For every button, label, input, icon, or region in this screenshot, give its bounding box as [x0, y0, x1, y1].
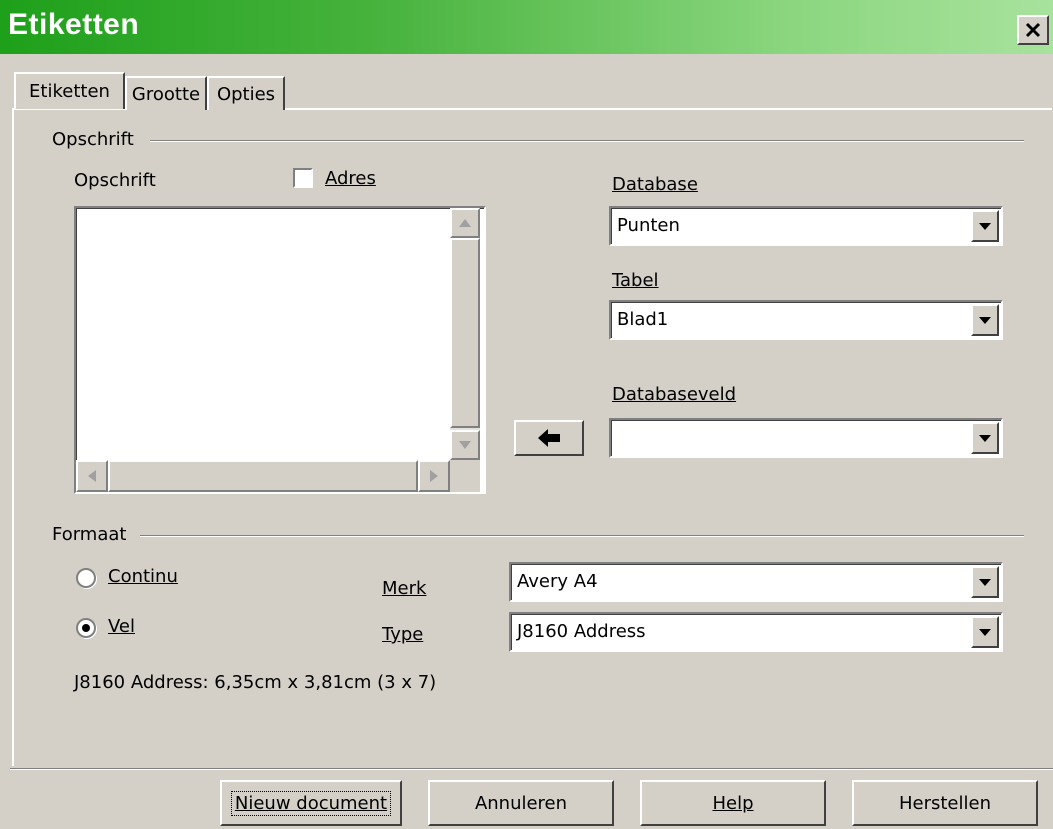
tab-opties[interactable]: Opties: [207, 76, 285, 110]
database-field-label: Databaseveld: [612, 384, 737, 405]
brand-select-value: Avery A4: [517, 571, 598, 592]
close-button[interactable]: [1017, 15, 1049, 45]
arrow-left-icon: [538, 429, 560, 447]
brand-dropdown-button[interactable]: [971, 566, 999, 598]
scroll-up-icon: [459, 219, 471, 227]
tab-grootte[interactable]: Grootte: [125, 76, 207, 110]
database-field-dropdown-button[interactable]: [971, 422, 999, 454]
opschrift-textarea[interactable]: [74, 206, 486, 494]
help-label: Help: [712, 792, 754, 814]
database-field-select[interactable]: [609, 418, 1003, 458]
cancel-button[interactable]: Annuleren: [428, 780, 614, 826]
scroll-left-button[interactable]: [76, 460, 108, 492]
type-label: Type: [382, 624, 424, 645]
table-select-value: Blad1: [617, 309, 669, 330]
cancel-label: Annuleren: [474, 792, 568, 814]
database-select[interactable]: Punten: [609, 206, 1003, 246]
new-document-button[interactable]: Nieuw document: [220, 780, 402, 826]
radio-vel-label: Vel: [108, 616, 135, 637]
tab-etiketten[interactable]: Etiketten: [14, 72, 125, 109]
scroll-down-icon: [459, 441, 471, 449]
scroll-up-button[interactable]: [450, 208, 480, 238]
chevron-down-icon: [979, 578, 991, 586]
format-info-text: J8160 Address: 6,35cm x 3,81cm (3 x 7): [74, 672, 437, 693]
vertical-scroll-thumb[interactable]: [450, 238, 480, 428]
radio-vel[interactable]: [76, 618, 96, 638]
chevron-down-icon: [979, 222, 991, 230]
database-dropdown-button[interactable]: [971, 210, 999, 242]
scroll-right-icon: [430, 470, 438, 482]
scroll-down-button[interactable]: [450, 430, 480, 460]
opschrift-group-title: Opschrift: [52, 129, 140, 150]
database-label: Database: [612, 174, 698, 195]
window-title: Etiketten: [8, 8, 140, 41]
table-select[interactable]: Blad1: [609, 300, 1003, 340]
table-label: Tabel: [612, 270, 659, 291]
chevron-down-icon: [979, 434, 991, 442]
radio-continu[interactable]: [76, 568, 96, 588]
type-select-value: J8160 Address: [517, 621, 646, 642]
address-checkbox[interactable]: [293, 168, 313, 188]
horizontal-scroll-thumb[interactable]: [108, 460, 418, 492]
address-checkbox-label: Adres: [325, 168, 376, 189]
database-select-value: Punten: [617, 215, 680, 236]
formaat-group-line: [140, 535, 1024, 537]
table-dropdown-button[interactable]: [971, 304, 999, 336]
title-bar: Etiketten: [0, 0, 1053, 54]
scroll-left-icon: [88, 470, 96, 482]
help-button[interactable]: Help: [640, 780, 826, 826]
formaat-group-title: Formaat: [52, 524, 133, 545]
chevron-down-icon: [979, 316, 991, 324]
opschrift-group-line: [150, 140, 1024, 142]
chevron-down-icon: [979, 628, 991, 636]
reset-button[interactable]: Herstellen: [852, 780, 1038, 826]
bottom-separator: [10, 768, 1053, 770]
opschrift-label: Opschrift: [74, 170, 156, 191]
radio-selected-dot: [82, 624, 90, 632]
scroll-right-button[interactable]: [418, 460, 450, 492]
brand-select[interactable]: Avery A4: [509, 562, 1003, 602]
brand-label: Merk: [382, 578, 427, 599]
scroll-corner: [450, 460, 480, 492]
new-document-label: Nieuw document: [230, 790, 392, 816]
close-icon: [1025, 22, 1041, 38]
reset-label: Herstellen: [898, 792, 991, 814]
insert-field-button[interactable]: [514, 420, 584, 456]
type-dropdown-button[interactable]: [971, 616, 999, 648]
radio-continu-label: Continu: [108, 566, 178, 587]
type-select[interactable]: J8160 Address: [509, 612, 1003, 652]
